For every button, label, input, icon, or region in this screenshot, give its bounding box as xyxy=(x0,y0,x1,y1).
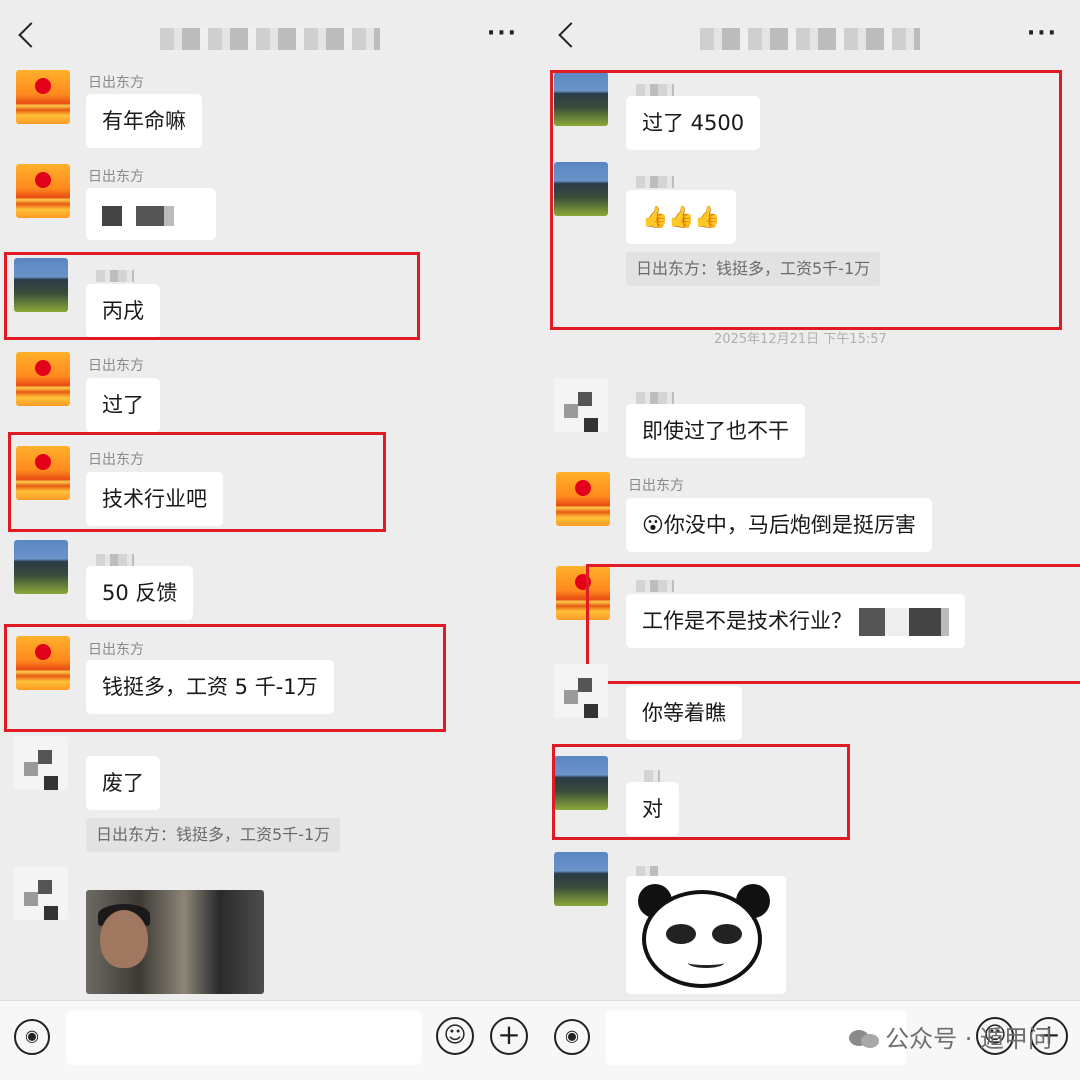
more-dots-icon[interactable]: ··· xyxy=(484,22,518,46)
message-bubble[interactable]: 50 反馈 xyxy=(86,566,194,620)
avatar[interactable] xyxy=(554,378,608,432)
message-bubble[interactable]: 钱挺多，工资 5 千-1万 xyxy=(86,660,334,714)
message-bubble[interactable]: 对 xyxy=(626,782,679,836)
avatar[interactable] xyxy=(14,540,68,594)
message-input[interactable] xyxy=(66,1011,422,1065)
message-text: 工作是不是技术行业？ xyxy=(642,609,852,633)
sender-name-redacted xyxy=(636,392,674,404)
voice-icon[interactable]: ◉ xyxy=(554,1019,590,1055)
panda-sticker-image[interactable] xyxy=(626,876,786,994)
redacted-content xyxy=(102,206,174,226)
avatar[interactable] xyxy=(16,446,70,500)
sender-name-redacted xyxy=(636,176,674,188)
sender-name-redacted xyxy=(636,580,674,592)
message-bubble-redacted[interactable] xyxy=(86,188,216,240)
left-top-bar: ··· xyxy=(0,0,540,72)
more-dots-icon[interactable]: ··· xyxy=(1024,22,1058,46)
chevron-left-icon[interactable] xyxy=(18,22,44,48)
avatar[interactable] xyxy=(554,852,608,906)
sender-name: 日出东方 xyxy=(88,75,144,91)
sender-name-redacted xyxy=(636,84,674,96)
avatar[interactable] xyxy=(14,866,68,920)
sender-name: 日出东方 xyxy=(88,169,144,185)
avatar[interactable] xyxy=(14,736,68,790)
avatar[interactable] xyxy=(554,664,608,718)
message-bubble[interactable]: 过了 xyxy=(86,378,160,432)
message-bubble[interactable]: 技术行业吧 xyxy=(86,472,223,526)
timestamp: 2025年12月21日 下午15:57 xyxy=(714,332,887,347)
watermark: 公众号 · 遁甲问 xyxy=(849,1019,1052,1054)
message-bubble[interactable]: 你等着瞧 xyxy=(626,686,742,740)
avatar[interactable] xyxy=(554,162,608,216)
avatar[interactable] xyxy=(14,258,68,312)
image-message[interactable] xyxy=(86,890,264,994)
sender-name: 日出东方 xyxy=(88,358,144,374)
avatar[interactable] xyxy=(556,472,610,526)
watermark-text: 公众号 · 遁甲问 xyxy=(885,1025,1052,1053)
quoted-message[interactable]: 日出东方：钱挺多，工资5千-1万 xyxy=(626,252,881,286)
avatar[interactable] xyxy=(554,756,608,810)
message-bubble[interactable]: 即使过了也不干 xyxy=(626,404,805,458)
sender-name-redacted xyxy=(644,770,660,782)
sticker-detail xyxy=(712,924,742,944)
chevron-left-icon[interactable] xyxy=(558,22,584,48)
message-bubble[interactable]: 过了 4500 xyxy=(626,96,761,150)
sender-name: 日出东方 xyxy=(88,642,144,658)
chat-title-redacted xyxy=(160,28,380,50)
voice-icon[interactable]: ◉ xyxy=(14,1019,50,1055)
sender-name-redacted xyxy=(96,554,134,566)
redacted-content xyxy=(858,608,949,636)
sticker-detail xyxy=(688,958,724,968)
right-top-bar: ··· xyxy=(540,0,1080,72)
message-bubble[interactable]: 废了 xyxy=(86,756,160,810)
right-chat-panel: ··· 过了 4500 👍👍👍 日出东方：钱挺多，工资5千-1万 2025年12… xyxy=(540,0,1080,1080)
message-bubble[interactable]: 丙戌 xyxy=(86,284,160,338)
message-bubble[interactable]: 😮你没中，马后炮倒是挺厉害 xyxy=(626,498,932,552)
avatar[interactable] xyxy=(556,566,610,620)
plus-icon[interactable]: + xyxy=(490,1017,528,1055)
avatar[interactable] xyxy=(16,164,70,218)
emoji-icon[interactable]: ☺ xyxy=(436,1017,474,1055)
photo-detail xyxy=(100,910,148,968)
avatar[interactable] xyxy=(16,352,70,406)
sender-name: 日出东方 xyxy=(88,452,144,468)
left-chat-panel: ··· 日出东方 有年命嘛 日出东方 丙戌 日出东方 过了 日出东方 技术行业吧… xyxy=(0,0,540,1080)
left-input-bar: ◉ ☺ + xyxy=(0,1000,540,1080)
avatar[interactable] xyxy=(554,72,608,126)
sender-name: 日出东方 xyxy=(628,478,684,494)
sticker-detail xyxy=(642,890,762,988)
wechat-logo-icon xyxy=(849,1028,880,1050)
message-bubble[interactable]: 有年命嘛 xyxy=(86,94,202,148)
chat-title-redacted xyxy=(700,28,920,50)
sender-name-redacted xyxy=(96,270,134,282)
sticker-detail xyxy=(666,924,696,944)
avatar[interactable] xyxy=(16,636,70,690)
quoted-message[interactable]: 日出东方：钱挺多，工资5千-1万 xyxy=(86,818,341,852)
message-bubble[interactable]: 👍👍👍 xyxy=(626,190,737,244)
message-bubble[interactable]: 工作是不是技术行业？ xyxy=(626,594,965,648)
avatar[interactable] xyxy=(16,70,70,124)
